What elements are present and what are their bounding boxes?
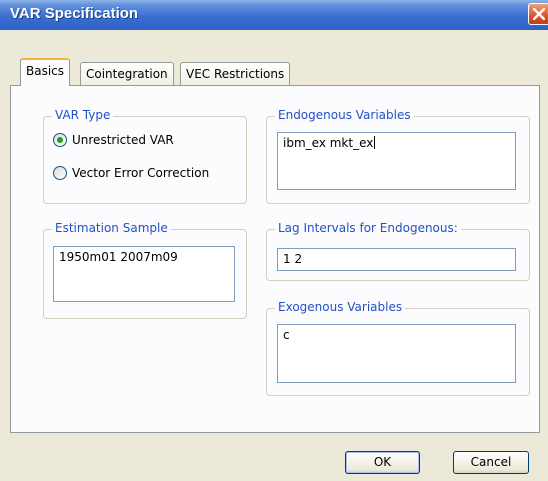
exogenous-variables-input[interactable]: c <box>277 324 516 383</box>
title-bar: VAR Specification <box>0 0 548 30</box>
estimation-sample-group: Estimation Sample 1950m01 2007m09 <box>43 221 247 319</box>
radio-vector-error-correction[interactable]: Vector Error Correction <box>53 166 209 180</box>
close-button[interactable] <box>528 3 548 25</box>
estimation-sample-value: 1950m01 2007m09 <box>59 250 178 264</box>
ok-button[interactable]: OK <box>345 451 420 474</box>
exogenous-value: c <box>283 328 290 342</box>
exogenous-legend: Exogenous Variables <box>275 300 406 314</box>
tab-cointegration[interactable]: Cointegration <box>80 62 174 85</box>
endogenous-value: ibm_ex mkt_ex <box>283 136 374 150</box>
estimation-sample-legend: Estimation Sample <box>52 221 171 235</box>
var-type-legend: VAR Type <box>52 108 114 122</box>
lag-intervals-input[interactable]: 1 2 <box>277 248 516 271</box>
estimation-sample-input[interactable]: 1950m01 2007m09 <box>53 246 235 302</box>
tab-vec-restrictions[interactable]: VEC Restrictions <box>180 62 291 85</box>
radio-selected-indicator[interactable] <box>53 133 67 147</box>
radio-label: Vector Error Correction <box>72 166 210 180</box>
basics-panel: VAR Type Unrestricted VAR Vector Error C… <box>10 85 540 433</box>
radio-unselected-indicator[interactable] <box>53 166 67 180</box>
var-type-group: VAR Type Unrestricted VAR Vector Error C… <box>43 108 247 204</box>
tab-basics[interactable]: Basics <box>20 58 71 86</box>
radio-unrestricted-var[interactable]: Unrestricted VAR <box>53 133 174 147</box>
lag-intervals-value: 1 2 <box>283 252 303 266</box>
lag-intervals-group: Lag Intervals for Endogenous: 1 2 <box>266 221 530 281</box>
radio-label: Unrestricted VAR <box>72 133 174 147</box>
exogenous-group: Exogenous Variables c <box>266 300 530 396</box>
close-icon <box>533 8 545 20</box>
text-caret <box>374 136 376 149</box>
endogenous-legend: Endogenous Variables <box>275 108 414 122</box>
lag-intervals-legend: Lag Intervals for Endogenous: <box>275 221 461 235</box>
cancel-button[interactable]: Cancel <box>453 451 529 474</box>
endogenous-variables-input[interactable]: ibm_ex mkt_ex <box>277 132 516 190</box>
endogenous-group: Endogenous Variables ibm_ex mkt_ex <box>266 108 530 204</box>
window-title: VAR Specification <box>10 5 139 22</box>
